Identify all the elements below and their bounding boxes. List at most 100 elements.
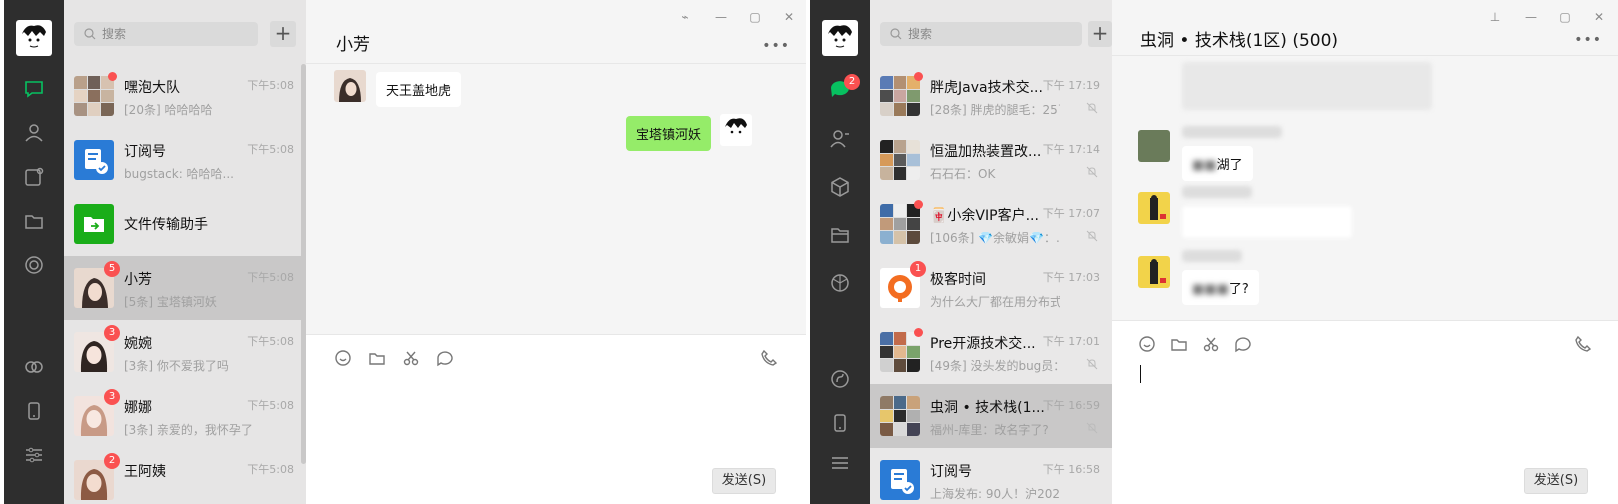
emoji-icon[interactable] — [334, 349, 352, 367]
chat-list: 搜索 + 嘿泡大队 下午5:08 [20条] 哈哈哈哈 订阅号 下午5:08 b… — [64, 0, 306, 504]
unread-dot — [108, 72, 117, 81]
blurred-sender-name — [1182, 186, 1252, 198]
search-input[interactable]: 搜索 — [880, 22, 1082, 46]
close-icon[interactable]: ✕ — [1592, 10, 1606, 24]
contacts-icon[interactable] — [829, 128, 851, 150]
wechat-window-right: 2 搜索 + 胖虎Java技术交... 下午 17:19 [28条] 胖虎的腿毛… — [810, 0, 1618, 504]
close-icon[interactable]: ✕ — [782, 10, 796, 24]
file-icon[interactable] — [1170, 335, 1188, 353]
screenshot-icon[interactable] — [402, 349, 420, 367]
message-avatar[interactable] — [334, 70, 366, 102]
group-avatar — [880, 140, 920, 180]
voice-call-icon[interactable] — [1574, 335, 1592, 353]
chat-item[interactable]: 订阅号 下午5:08 bugstack: 哈哈哈... — [64, 128, 306, 192]
nav-rail: 2 — [810, 0, 870, 504]
chat-name: 嘿泡大队 — [124, 80, 180, 96]
settings-icon[interactable] — [23, 444, 45, 466]
maximize-icon[interactable]: ▢ — [1558, 10, 1572, 24]
pin-icon[interactable]: ⌁ — [678, 10, 692, 24]
add-chat-button[interactable]: + — [1088, 21, 1112, 47]
my-avatar[interactable] — [822, 20, 858, 56]
maximize-icon[interactable]: ▢ — [748, 10, 762, 24]
send-button[interactable]: 发送(S) — [1524, 468, 1588, 494]
moments-icon[interactable] — [829, 272, 851, 294]
message-composer[interactable]: 发送(S) — [306, 334, 806, 504]
favorites-icon[interactable] — [23, 166, 45, 188]
chat-item[interactable]: Pre开源技术交... 下午 17:01 [49条] 没头发的bug员：... — [870, 320, 1112, 384]
chat-preview: 福州-库里：改名字了? — [930, 423, 1049, 437]
mute-icon — [1086, 422, 1098, 434]
message-bubble-received: 天王盖地虎 — [376, 72, 462, 107]
search-icon — [890, 28, 902, 40]
pin-icon[interactable]: ⊥ — [1488, 10, 1502, 24]
text-cursor — [1140, 365, 1141, 383]
chat-time: 下午5:08 — [247, 335, 294, 348]
group-avatar — [880, 396, 920, 436]
mini-program-icon[interactable] — [829, 368, 851, 390]
mini-program-icon[interactable] — [23, 356, 45, 378]
add-chat-button[interactable]: + — [270, 21, 296, 47]
chat-preview: [49条] 没头发的bug员：... — [930, 359, 1060, 373]
message-composer[interactable]: 发送(S) — [1112, 320, 1618, 504]
chat-history-icon[interactable] — [436, 349, 454, 367]
folder-icon[interactable] — [23, 210, 45, 232]
my-message-avatar[interactable] — [720, 114, 752, 146]
favorites-icon[interactable] — [829, 176, 851, 198]
message-avatar[interactable] — [1138, 256, 1170, 288]
contacts-icon[interactable] — [23, 122, 45, 144]
voice-call-icon[interactable] — [760, 349, 778, 367]
file-transfer-icon — [74, 204, 114, 244]
emoji-icon[interactable] — [1138, 335, 1156, 353]
chat-name: 小芳 — [124, 272, 152, 288]
chat-header: ⊥ — ▢ ✕ 虫洞 • 技术栈(1区) (500) ••• — [1112, 0, 1618, 56]
chat-time: 下午5:08 — [247, 463, 294, 476]
chat-panel: ⊥ — ▢ ✕ 虫洞 • 技术栈(1区) (500) ••• ■■湖了 ■■■了… — [1112, 0, 1618, 504]
chat-preview: 为什么大厂都在用分布式... — [930, 295, 1060, 309]
chat-icon[interactable] — [23, 78, 45, 100]
chat-item[interactable]: 3 婉婉 下午5:08 [3条] 你不爱我了吗 — [64, 320, 306, 384]
chat-history-icon[interactable] — [1234, 335, 1252, 353]
chat-name: 娜娜 — [124, 400, 152, 416]
chat-item[interactable]: 嘿泡大队 下午5:08 [20条] 哈哈哈哈 — [64, 64, 306, 128]
message-avatar[interactable] — [1138, 192, 1170, 224]
chat-item[interactable]: 恒温加热装置改... 下午 17:14 石石石：OK — [870, 128, 1112, 192]
chat-item[interactable]: 胖虎Java技术交... 下午 17:19 [28条] 胖虎的腿毛：25了 — [870, 64, 1112, 128]
more-options-button[interactable]: ••• — [1574, 32, 1602, 48]
chat-item-selected[interactable]: 5 小芳 下午5:08 [5条] 宝塔镇河妖 — [64, 256, 306, 320]
chat-item[interactable]: 文件传输助手 — [64, 192, 306, 256]
chat-item[interactable]: 3 娜娜 下午5:08 [3条] 亲爱的，我怀孕了 — [64, 384, 306, 448]
chat-item[interactable]: 订阅号 下午 16:58 上海发布: 90人！沪2020... — [870, 448, 1112, 504]
blurred-sender-name — [1182, 250, 1242, 262]
chat-list: 搜索 + 胖虎Java技术交... 下午 17:19 [28条] 胖虎的腿毛：2… — [870, 0, 1112, 504]
folder-icon[interactable] — [829, 224, 851, 246]
wechat-window-left: 搜索 + 嘿泡大队 下午5:08 [20条] 哈哈哈哈 订阅号 下午5:08 b… — [4, 0, 806, 504]
chat-name: 恒温加热装置改... — [930, 144, 1042, 160]
menu-icon[interactable] — [829, 452, 851, 474]
chat-time: 下午5:08 — [247, 399, 294, 412]
phone-icon[interactable] — [23, 400, 45, 422]
file-icon[interactable] — [368, 349, 386, 367]
group-avatar — [880, 332, 920, 372]
chat-item[interactable]: 2 王阿姨 下午5:08 — [64, 448, 306, 504]
more-options-button[interactable]: ••• — [762, 38, 790, 54]
chat-item[interactable]: 1 极客时间 下午 17:03 为什么大厂都在用分布式... — [870, 256, 1112, 320]
search-input[interactable]: 搜索 — [74, 22, 258, 46]
phone-icon[interactable] — [829, 412, 851, 434]
blurred-sender-name — [1182, 126, 1282, 138]
message-text: 了? — [1228, 282, 1249, 297]
chat-name: Pre开源技术交... — [930, 336, 1036, 352]
send-button[interactable]: 发送(S) — [712, 468, 776, 494]
chat-time: 下午5:08 — [247, 271, 294, 284]
screenshot-icon[interactable] — [1202, 335, 1220, 353]
chat-item-selected[interactable]: 虫洞 • 技术栈(1... 下午 16:59 福州-库里：改名字了? — [870, 384, 1112, 448]
chat-item[interactable]: 🀄小余VIP客户... 下午 17:07 [106条] 💎余敏娟💎：... — [870, 192, 1112, 256]
minimize-icon[interactable]: — — [1524, 10, 1538, 24]
minimize-icon[interactable]: — — [714, 10, 728, 24]
moments-icon[interactable] — [23, 254, 45, 276]
message-avatar[interactable] — [1138, 130, 1170, 162]
chat-preview: [3条] 亲爱的，我怀孕了 — [124, 423, 253, 437]
subscription-icon — [880, 460, 920, 500]
unread-badge: 2 — [104, 453, 120, 469]
my-avatar[interactable] — [16, 20, 52, 56]
blurred-text: ■■ — [1192, 158, 1217, 173]
